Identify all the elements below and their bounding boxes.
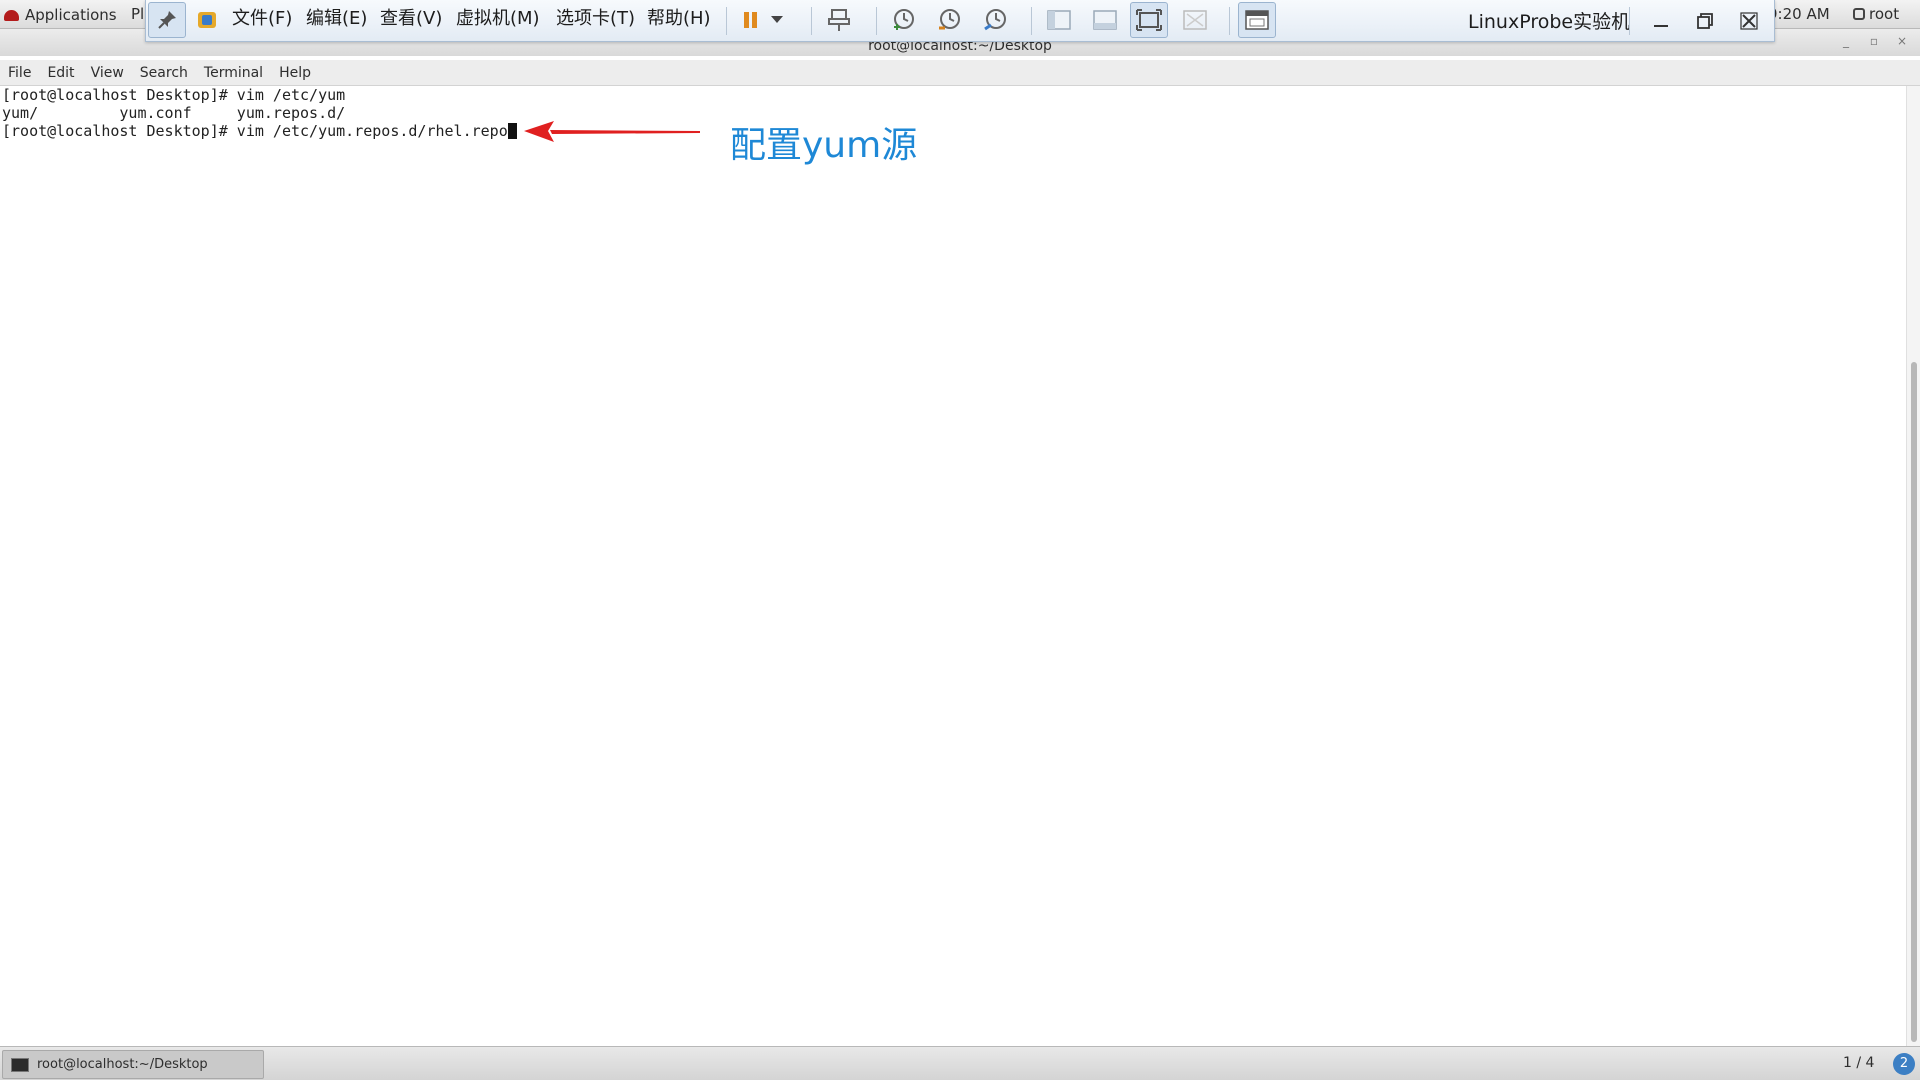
vmware-logo-icon[interactable] [188,2,226,38]
terminal-menu-terminal[interactable]: Terminal [204,63,263,83]
toolbar-separator [876,7,877,35]
terminal-line-current: [root@localhost Desktop]# vim /etc/yum.r… [2,122,1906,140]
menu-vm[interactable]: 虚拟机(M) [456,6,540,32]
taskbar-terminal-item[interactable]: root@localhost:~/Desktop [2,1050,264,1079]
pin-icon[interactable] [148,2,186,38]
toolbar-separator [1031,7,1032,35]
annotation-arrow [524,121,700,142]
snapshot-revert-icon[interactable] [930,2,968,38]
vmware-toolbar: 文件(F) 编辑(E) 查看(V) 虚拟机(M) 选项卡(T) 帮助(H) Li… [145,0,1775,42]
terminal-maximize-button[interactable]: ▫ [1862,34,1886,52]
user-menu[interactable]: root [1853,5,1899,23]
restore-icon[interactable] [1692,8,1718,34]
console-view-icon[interactable] [1238,2,1276,38]
menu-file[interactable]: 文件(F) [232,6,292,32]
menu-tabs[interactable]: 选项卡(T) [556,6,635,32]
minimize-icon[interactable] [1648,8,1674,34]
toolbar-separator [726,7,727,35]
workspace-indicator[interactable]: 1 / 4 [1843,1055,1874,1071]
terminal-cursor [507,123,517,139]
terminal-scrollbar[interactable] [1906,86,1920,1046]
snapshot-manager-icon[interactable] [976,2,1014,38]
terminal-icon [11,1057,29,1072]
user-icon [1853,8,1865,20]
menu-help[interactable]: 帮助(H) [647,6,711,32]
fullscreen-icon[interactable] [1130,2,1168,38]
terminal-output[interactable]: [root@localhost Desktop]# vim /etc/yum y… [0,86,1906,1046]
snapshot-take-icon[interactable] [884,2,922,38]
applications-label: Applications [25,6,117,24]
menu-view[interactable]: 查看(V) [380,6,442,32]
redhat-logo-icon [4,9,19,21]
menu-edit[interactable]: 编辑(E) [306,6,367,32]
notification-badge[interactable]: 2 [1893,1053,1915,1075]
toolbar-separator [1229,7,1230,35]
terminal-close-button[interactable]: × [1890,34,1914,52]
power-dropdown-icon[interactable] [766,2,788,38]
applications-menu[interactable]: Applications [4,4,117,26]
terminal-menu-search[interactable]: Search [140,63,188,83]
vm-title: LinuxProbe实验机 [1468,11,1631,33]
unity-mode-icon[interactable] [1176,2,1214,38]
terminal-line-text: [root@localhost Desktop]# vim /etc/yum.r… [2,122,508,140]
terminal-menubar: File Edit View Search Terminal Help [0,60,1920,86]
annotation-text: 配置yum源 [730,125,918,166]
places-menu[interactable]: Pl [131,5,144,23]
sidebar-toggle-icon[interactable] [1040,2,1078,38]
terminal-menu-file[interactable]: File [8,63,31,83]
toolbar-separator [811,7,812,35]
bottom-taskbar: root@localhost:~/Desktop 1 / 4 2 [0,1046,1920,1080]
close-icon[interactable] [1736,8,1762,34]
terminal-menu-help[interactable]: Help [279,63,311,83]
scrollbar-thumb[interactable] [1911,362,1917,1042]
user-label: root [1869,5,1900,23]
taskbar-item-label: root@localhost:~/Desktop [37,1057,208,1072]
send-ctrl-alt-del-icon[interactable] [820,2,858,38]
terminal-menu-edit[interactable]: Edit [47,63,74,83]
terminal-minimize-button[interactable]: _ [1834,34,1858,52]
thumbnail-bar-icon[interactable] [1086,2,1124,38]
terminal-menu-view[interactable]: View [91,63,124,83]
terminal-line: [root@localhost Desktop]# vim /etc/yum [2,86,346,104]
toolbar-separator [1629,7,1630,35]
terminal-line: yum/ yum.conf yum.repos.d/ [2,104,346,122]
clock[interactable]: 9:20 AM [1768,5,1830,23]
pause-icon[interactable] [732,2,770,38]
